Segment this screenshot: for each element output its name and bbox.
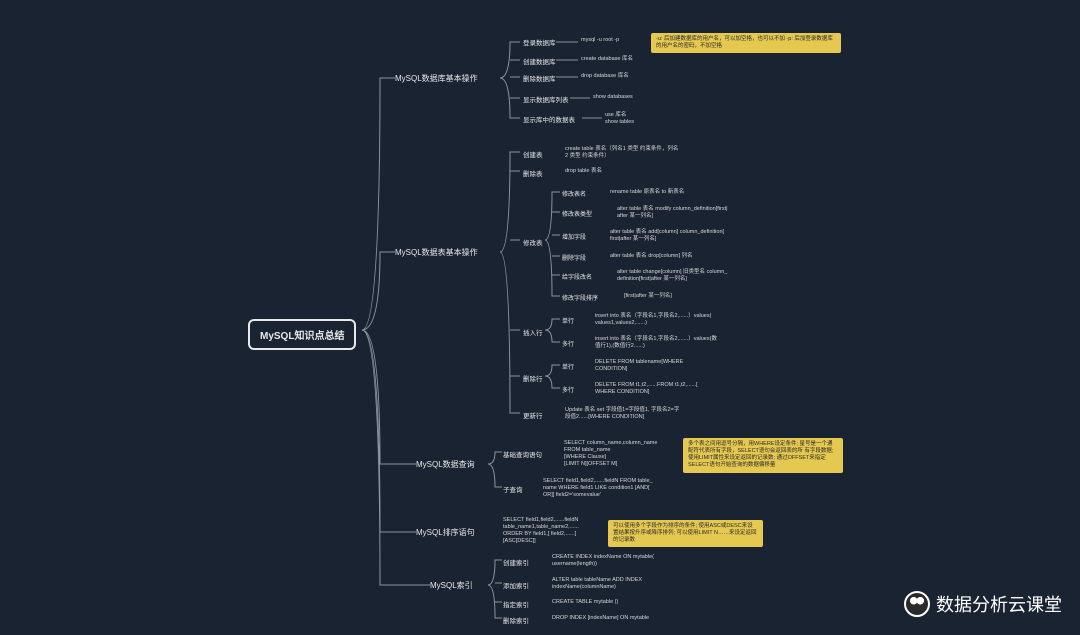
b2-m-ord-cmd: [first|after 某一列名] <box>624 293 672 300</box>
b1-showdb: 显示数据库列表 <box>523 94 569 104</box>
b1-showtb: 显示库中的数据表 <box>523 114 575 124</box>
b2-delete: 删除行 <box>523 373 543 383</box>
b2-i-multi: 多行 <box>562 339 574 348</box>
b3-basic-note: 多个表之间用逗号分隔，用WHERE设定条件; 星号是一个通配符代表所有字段，SE… <box>683 438 843 473</box>
b3-sub-cmd: SELECT field1,field2,......fieldN FROM t… <box>543 478 653 499</box>
b2-m-type-cmd: alter table 表名 modify column_definition[… <box>617 206 728 220</box>
b3-sub: 子查询 <box>503 484 523 494</box>
b1-drop: 删除数据库 <box>523 73 556 83</box>
b2-drop-cmd: drop table 表名 <box>565 168 602 175</box>
b1-login-cmd: mysql -u root -p <box>581 37 619 44</box>
b2-m-ord: 修改字段排序 <box>562 293 598 302</box>
b2-m-chg-cmd: alter table change[column] 旧类型名 column_ … <box>617 269 727 283</box>
b2-m-type: 修改表类型 <box>562 209 592 218</box>
b2-m-del: 删除字段 <box>562 253 586 262</box>
b2-create: 创建表 <box>523 149 543 159</box>
branch-query: MySQL数据查询 <box>416 459 475 470</box>
b3-basic: 基础查询语句 <box>503 449 542 459</box>
b4-note: 可以使用多个字段作为排序的条件; 使用ASC或DESC来设置结果按升序或降序排列… <box>608 520 763 547</box>
b2-d-multi: 多行 <box>562 385 574 394</box>
watermark-text: 数据分析云课堂 <box>936 591 1062 617</box>
b2-d-single: 单行 <box>562 362 574 371</box>
branch-db-ops: MySQL数据库基本操作 <box>395 73 478 84</box>
b2-i-single: 单行 <box>562 316 574 325</box>
b2-update-cmd: Update 表名 set 字段值1=字段值1, 字段名2=字 段值2.....… <box>565 407 679 421</box>
b2-insert: 插入行 <box>523 327 543 337</box>
watermark: 数据分析云课堂 <box>904 591 1062 617</box>
b2-i-multi-cmd: insert into 表名（字段名1,字段名2,......）values(数… <box>595 336 717 350</box>
b2-m-add-cmd: alter table 表名 add[column] column_defini… <box>610 229 724 243</box>
b5-add-cmd: ALTER table tableName ADD INDEX indexNam… <box>552 577 642 591</box>
b2-d-single-cmd: DELETE FROM tablename[WHERE CONDITION] <box>595 359 683 373</box>
b1-drop-cmd: drop database 库名 <box>581 73 629 80</box>
b2-create-cmd: create table 表名（列名1 类型 约束条件，列名 2 类型 约束条件… <box>565 146 678 160</box>
b2-m-rename-cmd: rename table 原表名 to 新表名 <box>610 189 684 196</box>
b5-spec: 指定索引 <box>503 599 529 609</box>
b5-add: 添加索引 <box>503 580 529 590</box>
branch-table-ops: MySQL数据表基本操作 <box>395 247 478 258</box>
b1-showtb-cmd: use 库名 show tables <box>605 112 634 126</box>
b1-login-note: -u: 后加建数据库的用户名，可以加空格，也可以不加 -p: 后加登录数据库的用… <box>651 33 841 53</box>
b2-d-multi-cmd: DELETE FROM t1,t2,......FROM t1,t2,.....… <box>595 382 698 396</box>
b1-create-cmd: create database 库名 <box>581 56 633 63</box>
root-node: MySQL知识点总结 <box>248 319 356 350</box>
b4-cmd: SELECT field1,field2,......fieldN table_… <box>503 517 579 546</box>
branch-sort: MySQL排序语句 <box>416 527 475 538</box>
b2-modify: 修改表 <box>523 237 543 247</box>
b5-spec-cmd: CREATE TABLE mytable () <box>552 599 618 606</box>
b2-m-add: 增加字段 <box>562 232 586 241</box>
b5-drop-cmd: DROP INDEX [indexName] ON mytable <box>552 615 649 622</box>
b2-m-del-cmd: alter table 表名 drop[column] 列名 <box>610 253 693 260</box>
b2-m-chg: 给字段改名 <box>562 272 592 281</box>
b5-create-cmd: CREATE INDEX indexName ON mytable( usern… <box>552 554 654 568</box>
b1-showdb-cmd: show databases <box>593 94 633 101</box>
wechat-icon <box>904 591 930 617</box>
b5-create: 创建索引 <box>503 557 529 567</box>
b3-basic-cmd: SELECT column_name,column_name FROM tabl… <box>564 440 657 469</box>
b2-m-rename: 修改表名 <box>562 189 586 198</box>
b2-update: 更新行 <box>523 410 543 420</box>
branch-index: MySQL索引 <box>430 580 473 591</box>
b2-i-single-cmd: insert into 表名（字段名1,字段名2,......）values( … <box>595 313 711 327</box>
b2-drop: 删除表 <box>523 168 543 178</box>
b5-drop: 删除索引 <box>503 615 529 625</box>
b1-create: 创建数据库 <box>523 56 556 66</box>
b1-login: 登录数据库 <box>523 37 556 47</box>
